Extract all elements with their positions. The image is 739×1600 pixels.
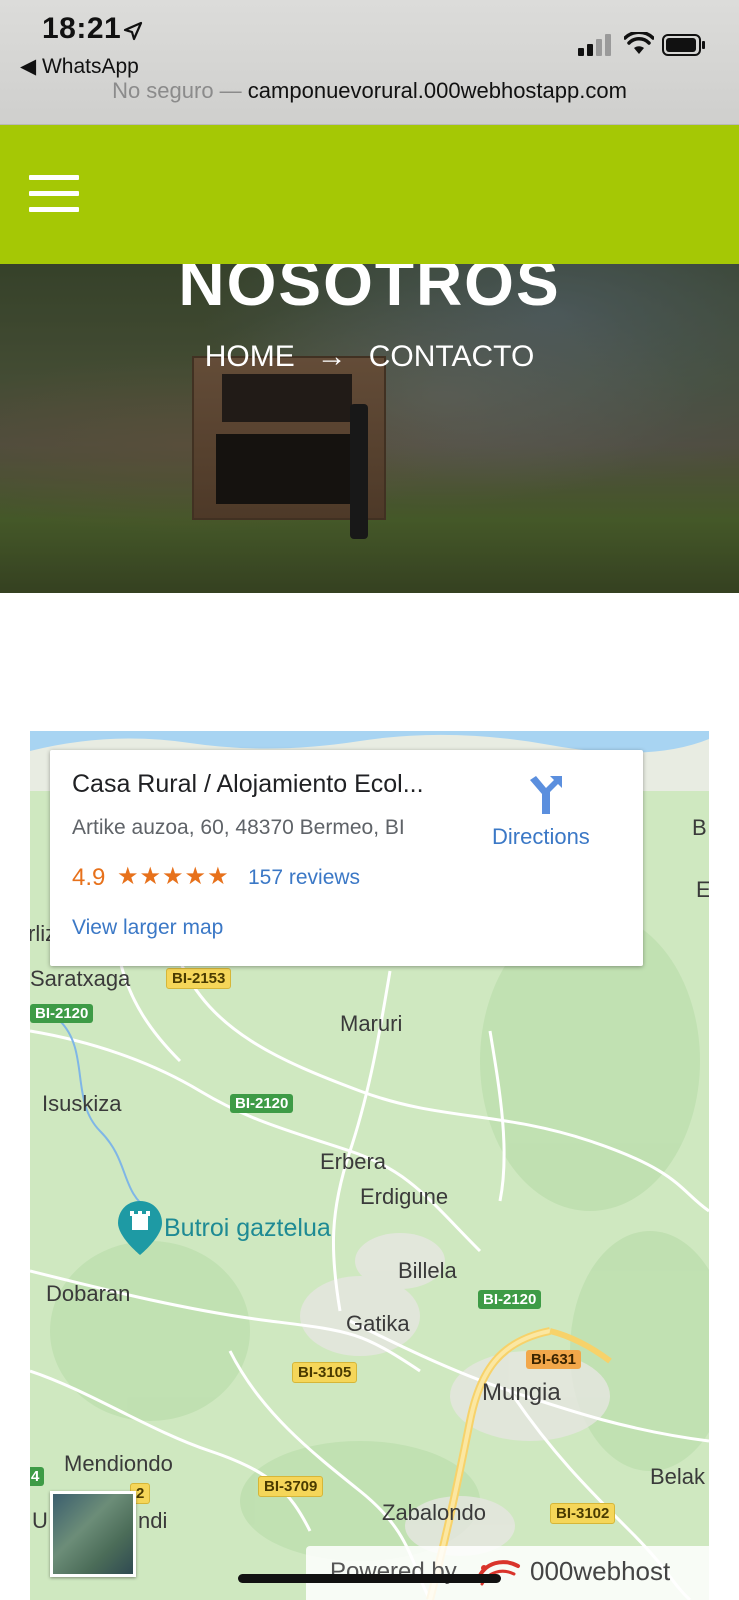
status-bar: 18:21 ◀ WhatsApp No seguro — camponuevor… <box>0 0 739 125</box>
map-place-label: Erdigune <box>360 1184 449 1209</box>
map-place-label: Mendiondo <box>64 1451 173 1476</box>
breadcrumb: HOME → CONTACTO <box>0 340 739 374</box>
map-poi-label[interactable]: Butroi gaztelua <box>164 1214 331 1243</box>
satellite-view-toggle[interactable] <box>50 1491 136 1577</box>
url-host: camponuevorural.000webhostapp.com <box>247 78 627 103</box>
road-shield: 4 <box>30 1467 45 1486</box>
page-title: NOSOTROS <box>178 264 561 319</box>
road-shield: BI-3709 <box>258 1476 324 1497</box>
wifi-icon <box>624 32 654 54</box>
directions-icon[interactable] <box>524 774 566 816</box>
breadcrumb-home-link[interactable]: HOME <box>205 340 295 373</box>
map-place-label: ndi <box>138 1508 168 1533</box>
url-security-label: No seguro — <box>112 78 248 103</box>
cellular-signal-icon <box>578 34 611 56</box>
location-arrow-icon <box>123 21 143 41</box>
road-shield: BI-2120 <box>478 1290 542 1309</box>
000webhost-logo-icon <box>476 1560 520 1586</box>
breadcrumb-current: CONTACTO <box>368 340 535 373</box>
map-place-label: B <box>692 815 707 840</box>
place-rating: 4.9 <box>72 864 106 891</box>
back-to-whatsapp-link[interactable]: ◀ WhatsApp <box>20 54 139 79</box>
clock-time: 18:21 <box>42 12 122 45</box>
place-name: Casa Rural / Alojamiento Ecol... <box>72 770 424 798</box>
road-shield: BI-2120 <box>230 1094 294 1113</box>
map-place-label: Mungia <box>482 1379 561 1406</box>
arrow-right-icon: → <box>316 340 347 373</box>
map-place-card: Casa Rural / Alojamiento Ecol... Artike … <box>50 750 643 966</box>
road-shield: BI-3102 <box>550 1503 616 1524</box>
place-address: Artike auzoa, 60, 48370 Bermeo, BI <box>72 816 405 839</box>
map-place-label: Gatika <box>346 1311 410 1336</box>
road-shield: BI-2120 <box>30 1004 94 1023</box>
reviews-link[interactable]: 157 reviews <box>248 866 360 890</box>
battery-icon <box>662 34 705 56</box>
map-place-label: Dobaran <box>46 1281 131 1306</box>
powered-by-badge[interactable]: Powered by 000webhost <box>306 1546 709 1600</box>
map-place-label: U <box>32 1508 48 1533</box>
map-place-label: Erbera <box>320 1149 387 1174</box>
hamburger-menu-icon[interactable] <box>29 175 79 213</box>
hero-banner: NOSOTROS HOME → CONTACTO <box>0 264 739 593</box>
map-place-label: Billela <box>398 1258 457 1283</box>
view-larger-map-link[interactable]: View larger map <box>72 916 223 940</box>
map-place-label: E <box>696 877 709 902</box>
map-place-label: Isuskiza <box>42 1091 122 1116</box>
home-indicator[interactable] <box>238 1574 501 1583</box>
road-shield: BI-3105 <box>292 1362 358 1383</box>
road-shield: BI-631 <box>526 1350 582 1369</box>
road-shield: BI-2153 <box>166 968 232 989</box>
directions-link[interactable]: Directions <box>492 824 590 850</box>
map-place-label: Zabalondo <box>382 1500 486 1525</box>
rating-stars-icon: ★★★★★ <box>117 863 230 890</box>
site-header <box>0 125 739 264</box>
address-bar[interactable]: No seguro — camponuevorural.000webhostap… <box>0 78 739 104</box>
map-place-label: Saratxaga <box>30 966 131 991</box>
map-place-label: Belak <box>650 1464 706 1489</box>
powered-by-brand: 000webhost <box>530 1556 671 1586</box>
map-place-label: Maruri <box>340 1011 403 1036</box>
